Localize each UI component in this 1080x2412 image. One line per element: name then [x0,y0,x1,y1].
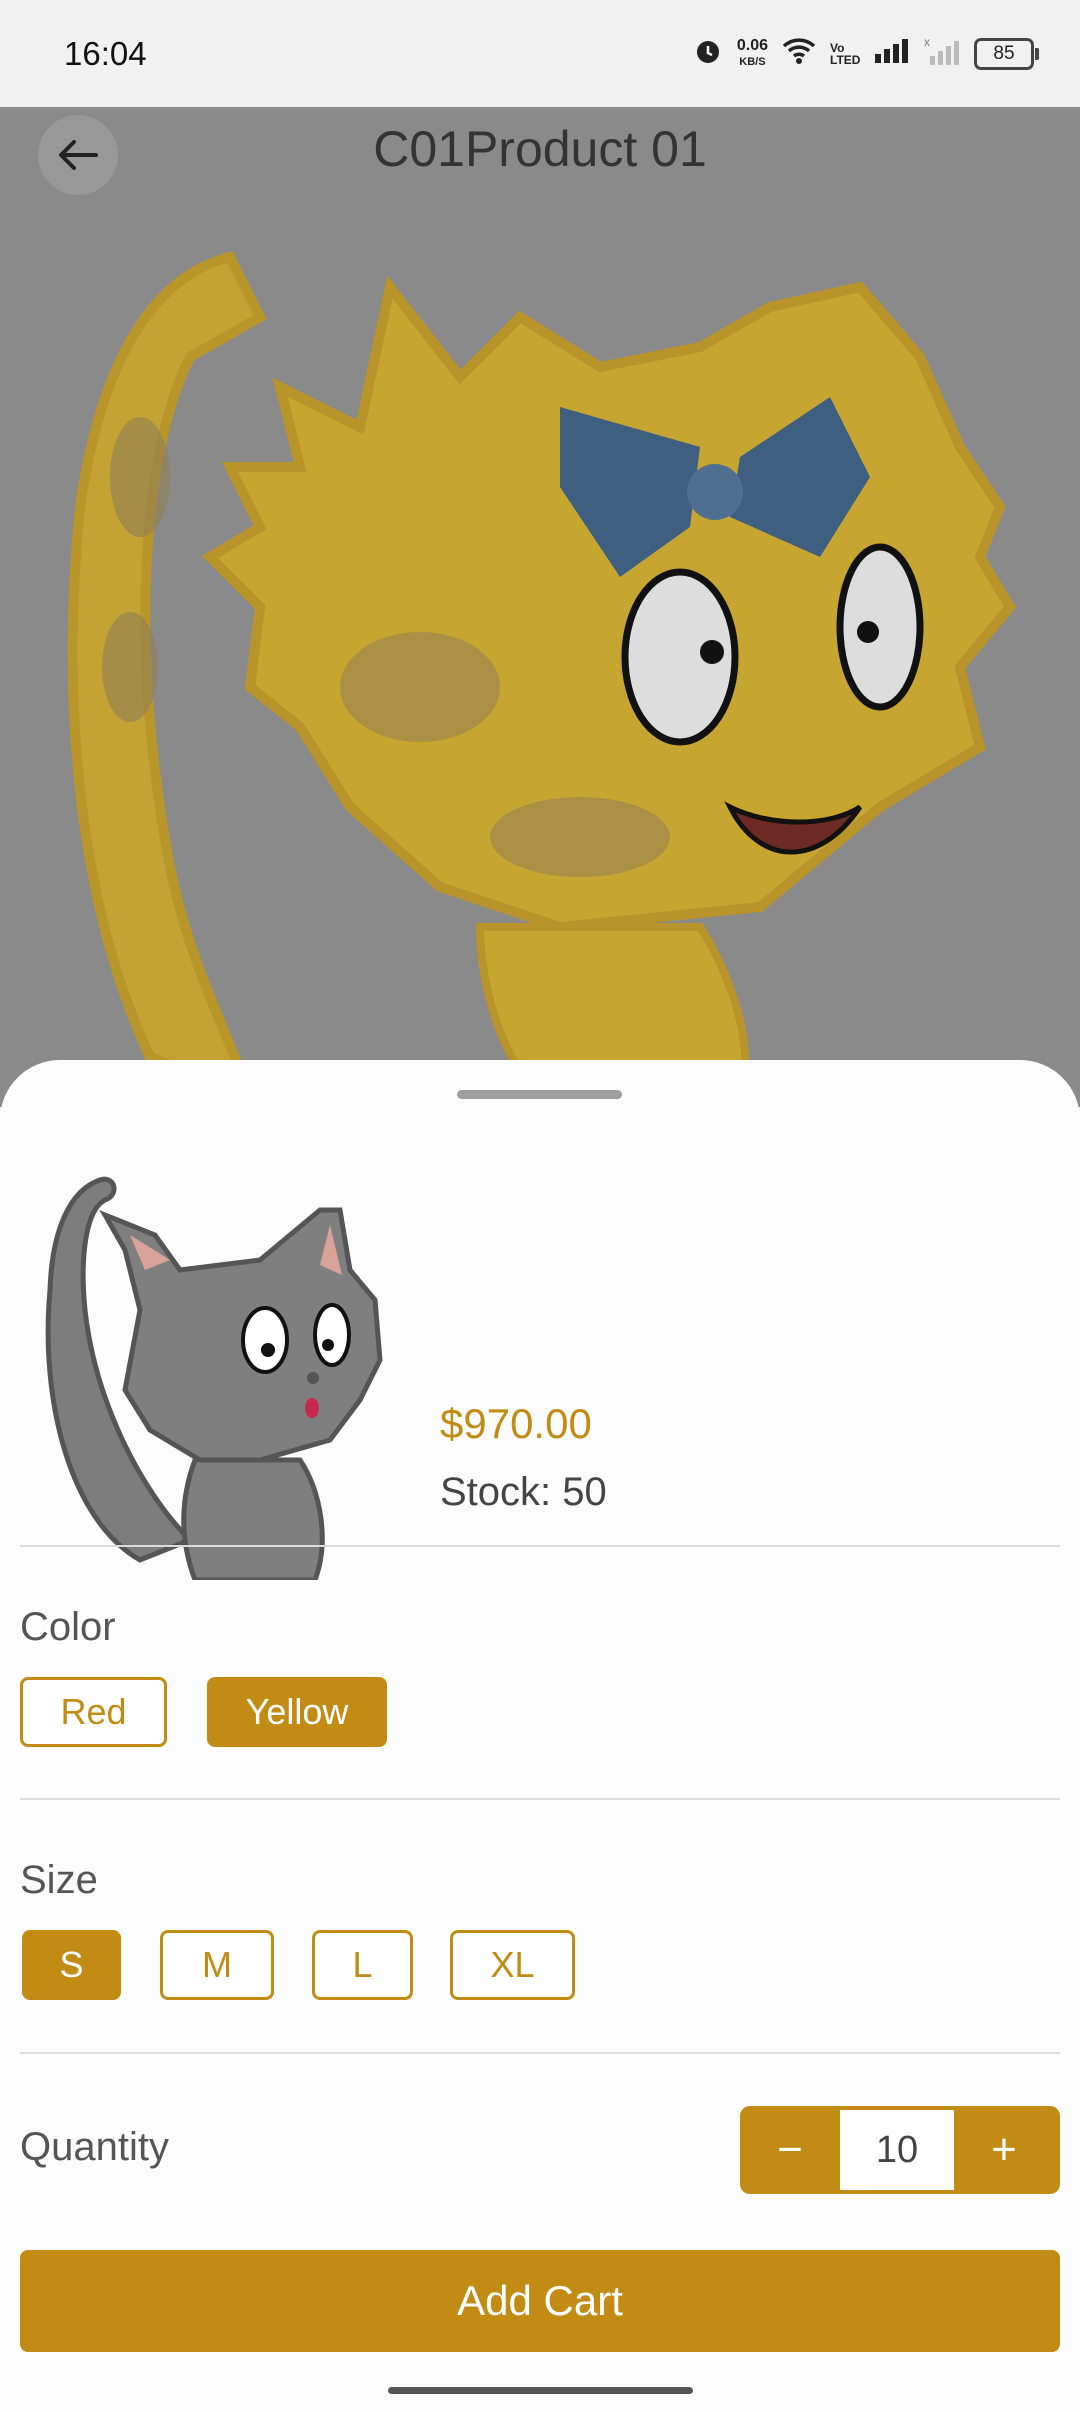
signal-2-icon: x [924,35,960,71]
quantity-stepper: − 10 + [740,2106,1060,2194]
add-cart-button[interactable]: Add Cart [20,2250,1060,2352]
product-stock: Stock: 50 [440,1470,607,1514]
svg-text:x: x [924,36,930,49]
product-hero-image [0,107,1080,1107]
size-label: Size [20,1858,98,1902]
battery-icon: 85 [974,37,1039,70]
size-option-m[interactable]: M [160,1930,274,2000]
gesture-nav-bar[interactable] [388,2387,693,2394]
page-title: C01Product 01 [373,121,707,177]
increase-quantity-button[interactable]: + [954,2106,1054,2194]
product-options-sheet: $970.00 Stock: 50 Color Red Yellow Size … [0,1060,1080,2412]
decrease-quantity-button[interactable]: − [740,2106,840,2194]
color-label: Color [20,1605,116,1649]
divider [20,1798,1060,1800]
divider [20,2052,1060,2054]
status-icons: 0.06 KB/S Vo LTED x 85 [693,35,1039,71]
sheet-drag-handle[interactable] [457,1090,622,1099]
quantity-value[interactable]: 10 [840,2110,954,2190]
volte-icon: Vo LTED [830,40,861,67]
color-option-yellow[interactable]: Yellow [207,1677,387,1747]
size-option-l[interactable]: L [312,1930,413,2000]
size-option-xl[interactable]: XL [450,1930,575,2000]
network-speed: 0.06 KB/S [736,36,768,68]
quantity-label: Quantity [20,2125,169,2169]
wifi-icon [782,37,816,70]
signal-icon [874,38,910,69]
status-time: 16:04 [64,34,147,72]
alarm-icon [693,36,723,71]
color-option-red[interactable]: Red [20,1677,167,1747]
product-thumbnail [30,1140,400,1583]
size-option-s[interactable]: S [22,1930,121,2000]
divider [20,1545,1060,1547]
product-price: $970.00 [440,1400,592,1447]
status-bar: 16:04 0.06 KB/S Vo LTED x 85 [0,0,1080,107]
